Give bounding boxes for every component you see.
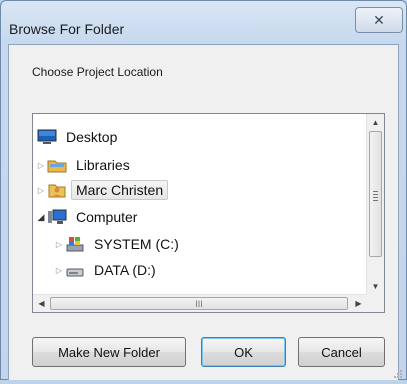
dialog-prompt: Choose Project Location	[32, 65, 163, 79]
scroll-down-arrow-icon[interactable]: ▼	[367, 278, 384, 295]
tree-item-desktop[interactable]: Desktop	[37, 126, 122, 148]
tree-item-label: Computer	[76, 209, 138, 225]
horizontal-scroll-thumb[interactable]: III	[50, 297, 348, 310]
tree-item-label: Desktop	[66, 129, 118, 145]
scroll-grip-icon: III	[195, 298, 203, 309]
scrollbar-corner	[367, 295, 384, 312]
close-icon: ✕	[373, 11, 385, 28]
tree-item-libraries[interactable]: ▷ Libraries	[35, 154, 135, 176]
tree-item-label: DATA (D:)	[94, 262, 156, 278]
scroll-grip-icon	[373, 189, 378, 203]
tree-item-label: Marc Christen	[71, 180, 169, 200]
horizontal-scrollbar[interactable]: ◀ III ▶	[33, 294, 367, 312]
folder-tree[interactable]: Desktop ▷ Libraries ▷ Marc Christen ◢ Co…	[32, 113, 385, 313]
tree-item-computer[interactable]: ◢ Computer	[35, 206, 142, 228]
cancel-button[interactable]: Cancel	[298, 337, 385, 367]
user-folder-icon	[47, 182, 67, 198]
system-drive-icon	[65, 236, 85, 252]
tree-item-marc-christen[interactable]: ▷ Marc Christen	[35, 179, 169, 201]
vertical-scrollbar[interactable]: ▲ ▼	[366, 114, 384, 295]
tree-item-data-drive[interactable]: ▷ DATA (D:)	[53, 259, 161, 281]
close-button[interactable]: ✕	[355, 7, 403, 33]
tree-item-system-drive[interactable]: ▷ SYSTEM (C:)	[53, 233, 184, 255]
collapse-arrow-icon[interactable]: ◢	[35, 212, 47, 223]
expand-arrow-icon[interactable]: ▷	[35, 186, 47, 195]
resize-grip-icon[interactable]	[393, 366, 403, 378]
libraries-icon	[47, 157, 67, 173]
expand-arrow-icon[interactable]: ▷	[53, 240, 65, 249]
window-title: Browse For Folder	[9, 21, 125, 37]
expand-arrow-icon[interactable]: ▷	[53, 266, 65, 275]
desktop-icon	[37, 129, 57, 145]
scroll-up-arrow-icon[interactable]: ▲	[367, 114, 384, 131]
expand-arrow-icon[interactable]: ▷	[35, 161, 47, 170]
vertical-scroll-thumb[interactable]	[369, 131, 382, 257]
drive-icon	[65, 262, 85, 278]
scroll-right-arrow-icon[interactable]: ▶	[350, 295, 367, 312]
make-new-folder-button[interactable]: Make New Folder	[32, 337, 186, 367]
computer-icon	[47, 209, 67, 225]
tree-item-label: Libraries	[76, 157, 130, 173]
ok-button[interactable]: OK	[201, 337, 286, 367]
tree-item-label: SYSTEM (C:)	[94, 236, 179, 252]
scroll-left-arrow-icon[interactable]: ◀	[33, 295, 50, 312]
